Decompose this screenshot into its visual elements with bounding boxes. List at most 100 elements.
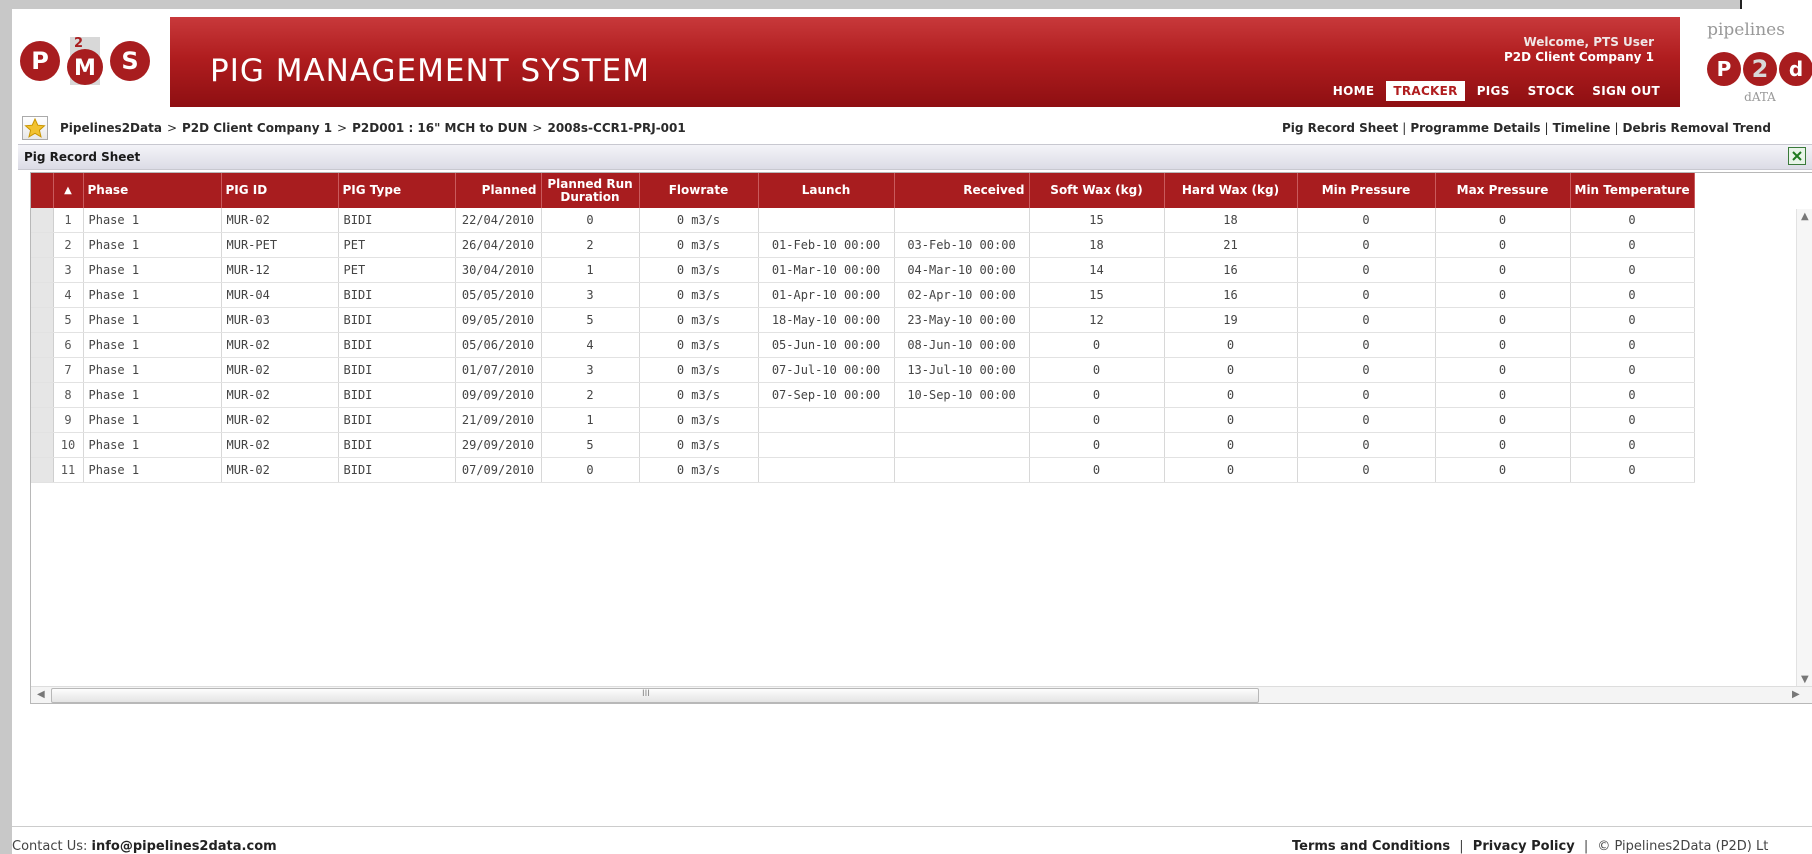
cell-launch[interactable]: 01-Mar-10 00:00	[758, 257, 895, 283]
cell-max-pressure[interactable]: 0	[1435, 257, 1571, 283]
cell-max-pressure[interactable]: 0	[1435, 457, 1571, 483]
cell-row-number[interactable]: 9	[53, 407, 84, 433]
cell-planned[interactable]: 05/05/2010	[455, 282, 542, 308]
cell-flowrate[interactable]: 0 m3/s	[639, 382, 759, 408]
cell-max-pressure[interactable]: 0	[1435, 307, 1571, 333]
header-pig-id[interactable]: PIG ID	[221, 173, 339, 208]
table-row[interactable]: 8 Phase 1 MUR-02 BIDI 09/09/2010 2 0 m3/s 07-Se…	[31, 382, 1695, 408]
cell-soft-wax[interactable]: 14	[1029, 257, 1165, 283]
cell-pig-id[interactable]: MUR-02	[221, 332, 339, 358]
cell-received[interactable]	[894, 432, 1030, 458]
cell-max-pressure[interactable]: 0	[1435, 357, 1571, 383]
row-selector[interactable]	[31, 382, 54, 408]
cell-launch[interactable]: 18-May-10 00:00	[758, 307, 895, 333]
link-programme-details[interactable]: Programme Details	[1410, 121, 1540, 135]
row-selector[interactable]	[31, 357, 54, 383]
nav-sign-out[interactable]: SIGN OUT	[1586, 81, 1666, 101]
nav-pigs[interactable]: PIGS	[1471, 81, 1516, 101]
cell-phase[interactable]: Phase 1	[83, 382, 222, 408]
cell-pig-id[interactable]: MUR-04	[221, 282, 339, 308]
cell-flowrate[interactable]: 0 m3/s	[639, 357, 759, 383]
cell-pig-type[interactable]: PET	[338, 257, 456, 283]
cell-min-pressure[interactable]: 0	[1297, 208, 1436, 233]
cell-received[interactable]: 02-Apr-10 00:00	[894, 282, 1030, 308]
excel-export-icon[interactable]	[1788, 147, 1806, 165]
cell-min-pressure[interactable]: 0	[1297, 307, 1436, 333]
cell-launch[interactable]: 07-Sep-10 00:00	[758, 382, 895, 408]
cell-max-pressure[interactable]: 0	[1435, 382, 1571, 408]
cell-planned[interactable]: 21/09/2010	[455, 407, 542, 433]
cell-phase[interactable]: Phase 1	[83, 432, 222, 458]
cell-received[interactable]: 10-Sep-10 00:00	[894, 382, 1030, 408]
cell-planned-run-duration[interactable]: 1	[541, 407, 640, 433]
row-selector[interactable]	[31, 307, 54, 333]
cell-min-pressure[interactable]: 0	[1297, 407, 1436, 433]
cell-pig-type[interactable]: BIDI	[338, 432, 456, 458]
cell-max-pressure[interactable]: 0	[1435, 282, 1571, 308]
cell-min-temperature[interactable]: 0	[1570, 232, 1695, 258]
cell-pig-id[interactable]: MUR-02	[221, 208, 339, 233]
cell-hard-wax[interactable]: 18	[1164, 208, 1298, 233]
cell-soft-wax[interactable]: 12	[1029, 307, 1165, 333]
cell-soft-wax[interactable]: 18	[1029, 232, 1165, 258]
cell-hard-wax[interactable]: 16	[1164, 257, 1298, 283]
row-selector[interactable]	[31, 208, 54, 233]
link-pig-record-sheet[interactable]: Pig Record Sheet	[1282, 121, 1398, 135]
cell-planned-run-duration[interactable]: 5	[541, 307, 640, 333]
cell-planned[interactable]: 07/09/2010	[455, 457, 542, 483]
cell-hard-wax[interactable]: 0	[1164, 432, 1298, 458]
cell-phase[interactable]: Phase 1	[83, 357, 222, 383]
cell-phase[interactable]: Phase 1	[83, 282, 222, 308]
cell-min-temperature[interactable]: 0	[1570, 257, 1695, 283]
link-timeline[interactable]: Timeline	[1553, 121, 1611, 135]
cell-max-pressure[interactable]: 0	[1435, 407, 1571, 433]
cell-flowrate[interactable]: 0 m3/s	[639, 307, 759, 333]
link-debris-removal-trend[interactable]: Debris Removal Trend	[1623, 121, 1771, 135]
favorite-star-icon[interactable]	[22, 116, 48, 140]
cell-min-pressure[interactable]: 0	[1297, 282, 1436, 308]
cell-pig-type[interactable]: PET	[338, 232, 456, 258]
cell-launch[interactable]	[758, 407, 895, 433]
row-selector[interactable]	[31, 232, 54, 258]
cell-min-temperature[interactable]: 0	[1570, 357, 1695, 383]
nav-home[interactable]: HOME	[1327, 81, 1381, 101]
cell-pig-id[interactable]: MUR-02	[221, 432, 339, 458]
cell-phase[interactable]: Phase 1	[83, 332, 222, 358]
table-row[interactable]: 5 Phase 1 MUR-03 BIDI 09/05/2010 5 0 m3/s 18-Ma…	[31, 307, 1695, 333]
cell-planned-run-duration[interactable]: 3	[541, 357, 640, 383]
cell-pig-id[interactable]: MUR-12	[221, 257, 339, 283]
scroll-right-icon[interactable]: ▶	[1792, 689, 1800, 700]
cell-soft-wax[interactable]: 0	[1029, 407, 1165, 433]
cell-soft-wax[interactable]: 0	[1029, 457, 1165, 483]
cell-min-temperature[interactable]: 0	[1570, 382, 1695, 408]
cell-row-number[interactable]: 1	[53, 208, 84, 233]
header-received[interactable]: Received	[894, 173, 1030, 208]
horizontal-scroll-thumb[interactable]: III	[51, 688, 1259, 703]
table-row[interactable]: 1 Phase 1 MUR-02 BIDI 22/04/2010 0 0 m3/s 15 18 0…	[31, 208, 1695, 233]
cell-phase[interactable]: Phase 1	[83, 407, 222, 433]
cell-hard-wax[interactable]: 21	[1164, 232, 1298, 258]
breadcrumb-item-pipelines2data[interactable]: Pipelines2Data	[60, 121, 162, 135]
cell-pig-type[interactable]: BIDI	[338, 357, 456, 383]
cell-planned[interactable]: 29/09/2010	[455, 432, 542, 458]
cell-min-pressure[interactable]: 0	[1297, 332, 1436, 358]
cell-pig-type[interactable]: BIDI	[338, 282, 456, 308]
row-selector[interactable]	[31, 432, 54, 458]
cell-row-number[interactable]: 8	[53, 382, 84, 408]
header-hard-wax[interactable]: Hard Wax (kg)	[1164, 173, 1298, 208]
cell-hard-wax[interactable]: 0	[1164, 407, 1298, 433]
scroll-left-icon[interactable]: ◀	[37, 689, 45, 700]
cell-pig-id[interactable]: MUR-03	[221, 307, 339, 333]
cell-pig-id[interactable]: MUR-02	[221, 457, 339, 483]
cell-pig-id[interactable]: MUR-02	[221, 357, 339, 383]
cell-flowrate[interactable]: 0 m3/s	[639, 208, 759, 233]
contact-email-link[interactable]: info@pipelines2data.com	[92, 839, 277, 854]
cell-hard-wax[interactable]: 0	[1164, 382, 1298, 408]
cell-planned-run-duration[interactable]: 0	[541, 208, 640, 233]
cell-phase[interactable]: Phase 1	[83, 307, 222, 333]
cell-min-temperature[interactable]: 0	[1570, 457, 1695, 483]
header-min-temperature[interactable]: Min Temperature	[1570, 173, 1695, 208]
header-phase[interactable]: Phase	[83, 173, 222, 208]
cell-launch[interactable]: 07-Jul-10 00:00	[758, 357, 895, 383]
cell-pig-type[interactable]: BIDI	[338, 208, 456, 233]
